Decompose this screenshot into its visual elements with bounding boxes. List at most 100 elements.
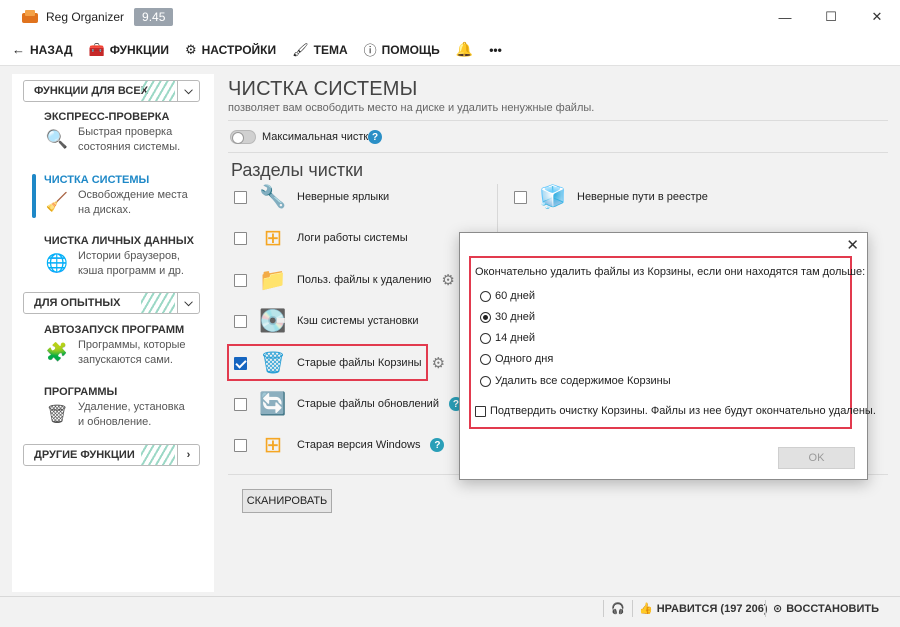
radio-button[interactable] [480,290,491,302]
sidebar-item-privacy-clean[interactable]: ЧИСТКА ЛИЧНЫХ ДАННЫХ 🌐 Истории браузеров… [12,235,214,283]
sidebar-item-system-clean[interactable]: ЧИСТКА СИСТЕМЫ 🧹 Освобождение места на д… [12,174,214,218]
nav-desc-line: запускаются сами. [78,354,173,366]
close-icon[interactable]: ✕ [846,236,859,254]
sidebar: ФУНКЦИИ ДЛЯ ВСЕХ ⌵ ЭКСПРЕСС-ПРОВЕРКА 🔍 Б… [12,74,214,592]
notifications-button[interactable]: 🔔 [456,41,473,58]
radio-button[interactable] [480,332,491,344]
maximize-button[interactable]: ☐ [808,0,854,34]
clean-item-bad-registry-paths[interactable]: 🧊 Неверные пути в реестре [514,182,708,212]
thumbs-up-icon: 👍 [639,603,653,615]
section-label: ДЛЯ ОПЫТНЫХ [34,297,121,309]
radio-option-one-day[interactable]: Одного дня [480,353,553,365]
back-button[interactable]: ← НАЗАД [12,42,73,57]
close-window-button[interactable]: ✕ [854,0,900,34]
dialog-question: Окончательно удалить файлы из Корзины, е… [475,266,866,278]
radio-option-30-days[interactable]: 30 дней [480,311,535,323]
clean-item-label: Неверные пути в реестре [577,191,708,203]
section-for-all[interactable]: ФУНКЦИИ ДЛЯ ВСЕХ ⌵ [23,80,200,102]
confirm-clean-checkbox-row[interactable]: Подтвердить очистку Корзины. Файлы из не… [475,405,876,417]
more-button[interactable]: ••• [489,43,502,57]
section-label: ДРУГИЕ ФУНКЦИИ [34,449,135,461]
checkbox[interactable] [514,190,527,204]
recycle-bin-icon: 🗑 [259,350,287,375]
more-label: ••• [489,42,502,57]
section-advanced[interactable]: ДЛЯ ОПЫТНЫХ ⌵ [23,292,200,314]
app-title: Reg Organizer [46,10,125,24]
checkbox[interactable] [234,273,247,287]
checkbox[interactable] [234,438,247,452]
clean-item-system-logs[interactable]: ⊞ Логи работы системы [234,223,408,253]
restore-button[interactable]: ⊙ ВОССТАНОВИТЬ [773,597,879,620]
sections-title: Разделы чистки [231,160,364,180]
minimize-button[interactable]: — [762,0,808,34]
like-button[interactable]: 👍 НРАВИТСЯ (197 206) [639,597,768,620]
checkbox[interactable] [234,190,247,204]
section-label: ФУНКЦИИ ДЛЯ ВСЕХ [34,85,149,97]
settings-button[interactable]: ⚙ НАСТРОЙКИ [185,42,276,58]
clean-item-label: Старые файлы Корзины [297,357,422,369]
chevron-right-icon[interactable]: › [177,445,199,465]
install-disk-icon: 💽 [259,308,287,333]
help-icon[interactable]: ? [368,130,382,144]
ok-button[interactable]: OK [778,447,855,469]
gear-icon[interactable]: ⚙ [432,354,445,372]
checkbox[interactable] [234,314,247,328]
max-clean-toggle[interactable] [230,130,256,144]
checkbox[interactable] [475,405,486,417]
theme-button[interactable]: 🖌 ТЕМА [292,42,348,58]
radio-button[interactable] [480,375,491,387]
support-button[interactable]: 🎧 [611,597,625,620]
sidebar-item-startup[interactable]: АВТОЗАПУСК ПРОГРАММ 🧩 Программы, которые… [12,324,214,372]
clean-item-installer-cache[interactable]: 💽 Кэш системы установки [234,306,419,336]
dialog-highlight-box: Окончательно удалить файлы из Корзины, е… [469,256,876,429]
restore-icon: ⊙ [773,603,783,615]
toolbar: ← НАЗАД 🧰 ФУНКЦИИ ⚙ НАСТРОЙКИ 🖌 ТЕМА ⓘ П… [0,34,900,66]
sidebar-item-express-check[interactable]: ЭКСПРЕСС-ПРОВЕРКА 🔍 Быстрая проверка сос… [12,111,214,159]
help-button[interactable]: ⓘ ПОМОЩЬ [364,40,440,59]
radio-option-60-days[interactable]: 60 дней [480,290,535,302]
scan-button[interactable]: СКАНИРОВАТЬ [242,489,332,513]
gear-icon[interactable]: ⚙ [441,271,454,289]
nav-desc-line: Истории браузеров, [78,250,180,262]
shortcut-wrench-icon: 🔧 [259,184,287,209]
question-icon: ⓘ [363,43,377,58]
functions-label: ФУНКЦИИ [109,42,169,57]
nav-desc-line: Программы, которые [78,339,186,351]
radio-button[interactable] [480,353,491,365]
checkbox[interactable] [234,397,247,411]
sidebar-item-programs[interactable]: ПРОГРАММЫ 🗑 Удаление, установка и обновл… [12,386,214,434]
gear-icon: ⚙ [184,41,197,57]
clean-item-old-updates[interactable]: 🔄 Старые файлы обновлений ? [234,389,463,419]
radio-option-14-days[interactable]: 14 дней [480,332,535,344]
old-windows-icon: ⊞ [263,432,283,457]
active-indicator [32,174,36,218]
chevron-down-icon[interactable]: ⌵ [177,81,199,101]
checkbox[interactable] [234,231,247,245]
clean-item-recycle-bin[interactable]: 🗑 Старые файлы Корзины ⚙ [234,348,445,378]
radio-button-selected[interactable] [480,311,491,323]
user-folder-icon: 📁 [259,267,287,292]
privacy-icon: 🌐 [45,252,69,273]
nav-desc-line: Быстрая проверка [78,126,173,138]
functions-button[interactable]: 🧰 ФУНКЦИИ [89,42,169,58]
radio-label: Удалить все содержимое Корзины [495,375,671,387]
section-other[interactable]: ДРУГИЕ ФУНКЦИИ › [23,444,200,466]
nav-title: АВТОЗАПУСК ПРОГРАММ [44,324,185,336]
chevron-down-icon[interactable]: ⌵ [177,293,199,313]
windows-logs-icon: ⊞ [263,225,283,250]
clean-item-old-windows[interactable]: ⊞ Старая версия Windows ? [234,430,445,460]
checkbox-checked[interactable] [234,356,247,370]
nav-desc-line: Удаление, установка [78,401,185,413]
nav-desc-line: кэша программ и др. [78,265,184,277]
clean-item-label: Старые файлы обновлений [297,398,439,410]
nav-desc-line: и обновление. [78,416,152,428]
back-label: НАЗАД [30,42,73,57]
clean-item-bad-shortcuts[interactable]: 🔧 Неверные ярлыки [234,182,389,212]
disk-clean-icon: 🧹 [45,191,69,212]
clean-item-user-files[interactable]: 📁 Польз. файлы к удалению ⚙ [234,265,455,295]
help-icon[interactable]: ? [430,438,445,452]
registry-cubes-icon: 🧊 [539,184,567,209]
clean-item-label: Кэш системы установки [297,315,419,327]
clean-item-label: Неверные ярлыки [297,191,390,203]
radio-option-delete-all[interactable]: Удалить все содержимое Корзины [480,375,671,387]
